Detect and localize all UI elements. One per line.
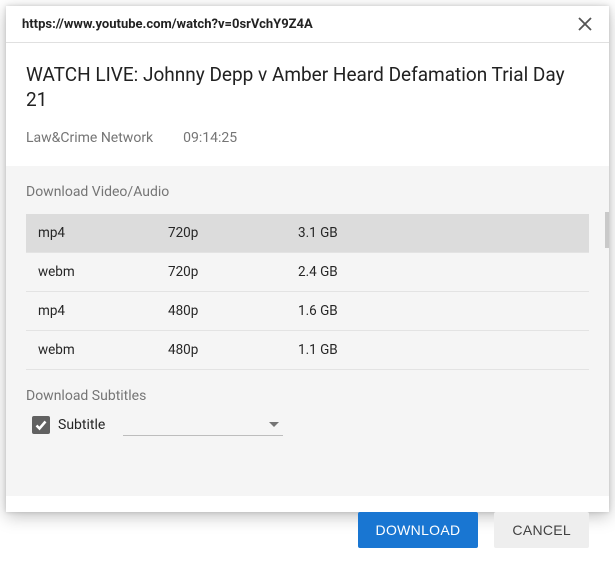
video-meta: Law&Crime Network 09:14:25 xyxy=(26,130,589,146)
format-ext: mp4 xyxy=(38,303,168,319)
scrollbar[interactable] xyxy=(605,212,609,248)
format-size: 1.1 GB xyxy=(298,342,589,358)
dialog-content: WATCH LIVE: Johnny Depp v Amber Heard De… xyxy=(6,43,609,146)
dialog-actions: DOWNLOAD CANCEL xyxy=(6,496,609,566)
channel-name: Law&Crime Network xyxy=(26,130,153,146)
format-quality: 480p xyxy=(168,303,298,319)
video-audio-section-label: Download Video/Audio xyxy=(26,184,589,200)
format-list: mp4 720p 3.1 GB webm 720p 2.4 GB mp4 480… xyxy=(26,214,589,370)
download-dialog: https://www.youtube.com/watch?v=0srVchY9… xyxy=(6,6,609,512)
close-icon xyxy=(578,17,592,31)
format-quality: 480p xyxy=(168,342,298,358)
subtitle-row: Subtitle xyxy=(26,414,589,436)
video-url: https://www.youtube.com/watch?v=0srVchY9… xyxy=(22,17,313,32)
format-ext: webm xyxy=(38,342,168,358)
format-ext: webm xyxy=(38,264,168,280)
subtitle-select[interactable] xyxy=(123,414,283,436)
format-size: 1.6 GB xyxy=(298,303,589,319)
check-icon xyxy=(34,418,48,432)
download-options-section: Download Video/Audio mp4 720p 3.1 GB web… xyxy=(6,166,609,496)
format-row[interactable]: mp4 720p 3.1 GB xyxy=(26,214,589,253)
format-size: 2.4 GB xyxy=(298,264,589,280)
video-title: WATCH LIVE: Johnny Depp v Amber Heard De… xyxy=(26,63,589,112)
video-duration: 09:14:25 xyxy=(183,130,237,146)
format-quality: 720p xyxy=(168,264,298,280)
format-row[interactable]: webm 480p 1.1 GB xyxy=(26,331,589,370)
format-size: 3.1 GB xyxy=(298,225,589,241)
format-row[interactable]: webm 720p 2.4 GB xyxy=(26,253,589,292)
dialog-header: https://www.youtube.com/watch?v=0srVchY9… xyxy=(6,6,609,43)
close-button[interactable] xyxy=(575,14,595,34)
subtitle-checkbox-label: Subtitle xyxy=(58,417,105,433)
subtitle-checkbox[interactable] xyxy=(32,416,50,434)
format-ext: mp4 xyxy=(38,225,168,241)
format-row[interactable]: mp4 480p 1.6 GB xyxy=(26,292,589,331)
subtitles-section-label: Download Subtitles xyxy=(26,388,589,404)
format-quality: 720p xyxy=(168,225,298,241)
